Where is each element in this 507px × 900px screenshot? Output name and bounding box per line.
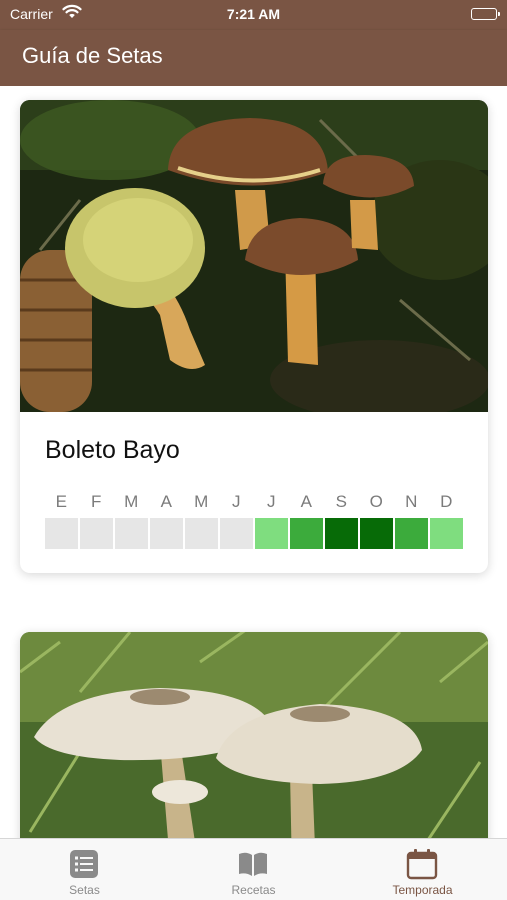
month-season-cell [45, 518, 78, 549]
month-season-cell [395, 518, 428, 549]
navigation-bar: Guía de Setas [0, 30, 507, 86]
mushroom-card[interactable] [20, 632, 488, 838]
tab-temporada[interactable]: Temporada [338, 839, 507, 900]
tab-label: Temporada [392, 883, 453, 897]
month-label: S [335, 492, 348, 511]
month-label: J [267, 492, 276, 511]
tab-recetas[interactable]: Recetas [169, 839, 338, 900]
month-label: A [300, 492, 313, 511]
tab-setas[interactable]: Setas [0, 839, 169, 900]
month-season-cell [80, 518, 113, 549]
tab-bar: Setas Recetas Temporada [0, 838, 507, 900]
month-label: D [440, 492, 453, 511]
month-season-cell [325, 518, 358, 549]
mushroom-card[interactable]: Boleto Bayo E F M A M J J A S O N D [20, 100, 488, 573]
list-icon [70, 850, 98, 878]
mushroom-photo [20, 100, 488, 412]
month-label: N [405, 492, 418, 511]
mushroom-photo [20, 632, 488, 838]
mushroom-name: Boleto Bayo [45, 436, 180, 464]
month-label: E [55, 492, 68, 511]
month-season-cell [185, 518, 218, 549]
status-bar: Carrier 7:21 AM [0, 0, 507, 30]
calendar-icon [406, 849, 438, 880]
month-season-cell [115, 518, 148, 549]
tab-label: Recetas [231, 883, 276, 897]
month-label: M [194, 492, 209, 511]
tab-label: Setas [69, 883, 100, 897]
month-season-cell [220, 518, 253, 549]
month-season-cell [150, 518, 183, 549]
month-label: F [91, 492, 102, 511]
month-season-cell [255, 518, 288, 549]
mushroom-list[interactable]: Boleto Bayo E F M A M J J A S O N D [0, 86, 507, 838]
month-label: M [124, 492, 139, 511]
month-label: O [369, 492, 384, 511]
clock: 7:21 AM [226, 6, 281, 22]
book-icon [239, 852, 267, 876]
month-season-cell [430, 518, 463, 549]
battery-icon [471, 8, 500, 20]
month-season-cell [360, 518, 393, 549]
month-season-cell [290, 518, 323, 549]
month-label: A [160, 492, 173, 511]
page-title: Guía de Setas [22, 43, 163, 68]
month-label: J [232, 492, 241, 511]
season-calendar: EFMAMJJASOND [45, 492, 465, 552]
